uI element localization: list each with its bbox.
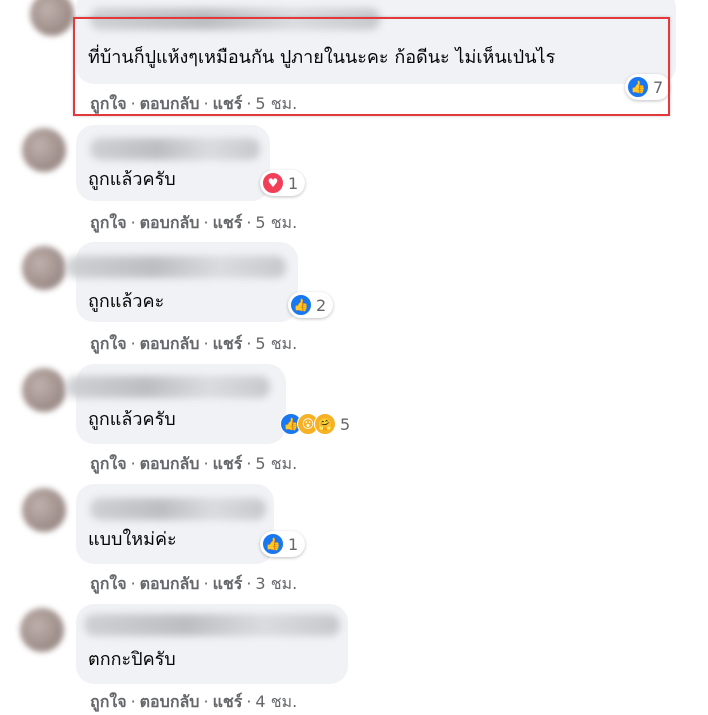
- timestamp[interactable]: 5 ชม.: [255, 454, 297, 473]
- comment-actions: ถูกใจ · ตอบกลับ · แชร์ · 5 ชม.: [90, 452, 297, 477]
- like-icon: 👍: [262, 533, 284, 555]
- like-action[interactable]: ถูกใจ: [90, 213, 127, 232]
- separator-dot: ·: [130, 692, 136, 711]
- timestamp[interactable]: 5 ชม.: [255, 334, 297, 353]
- separator-dot: ·: [203, 213, 209, 232]
- comment-text: ถูกแล้วครับ: [88, 169, 176, 190]
- like-action[interactable]: ถูกใจ: [90, 454, 127, 473]
- comment-actions: ถูกใจ · ตอบกลับ · แชร์ · 4 ชม.: [90, 690, 297, 715]
- reaction-count: 1: [288, 173, 299, 193]
- reaction-summary[interactable]: 👍 1: [260, 531, 306, 557]
- like-action[interactable]: ถูกใจ: [90, 692, 127, 711]
- avatar[interactable]: [30, 0, 74, 36]
- reply-action[interactable]: ตอบกลับ: [140, 454, 200, 473]
- comment-bubble: [76, 484, 274, 564]
- highlight-box: [73, 17, 670, 116]
- commenter-name[interactable]: [66, 256, 286, 278]
- separator-dot: ·: [246, 574, 252, 593]
- reaction-count: 1: [288, 534, 299, 554]
- comment-text: ตกกะปิครับ: [88, 649, 176, 670]
- commenter-name[interactable]: [84, 614, 340, 636]
- like-action[interactable]: ถูกใจ: [90, 574, 127, 593]
- share-action[interactable]: แชร์: [213, 692, 243, 711]
- care-icon: 🤗: [314, 413, 336, 435]
- comment-actions: ถูกใจ · ตอบกลับ · แชร์ · 3 ชม.: [90, 572, 297, 597]
- timestamp[interactable]: 5 ชม.: [255, 213, 297, 232]
- reaction-summary[interactable]: 👍 😮 🤗 5: [278, 411, 357, 437]
- separator-dot: ·: [203, 334, 209, 353]
- reply-action[interactable]: ตอบกลับ: [140, 334, 200, 353]
- reply-action[interactable]: ตอบกลับ: [140, 574, 200, 593]
- avatar[interactable]: [22, 368, 66, 412]
- commenter-name[interactable]: [66, 376, 270, 398]
- separator-dot: ·: [246, 692, 252, 711]
- avatar[interactable]: [22, 488, 66, 532]
- separator-dot: ·: [246, 334, 252, 353]
- timestamp[interactable]: 4 ชม.: [255, 692, 297, 711]
- separator-dot: ·: [203, 454, 209, 473]
- separator-dot: ·: [246, 454, 252, 473]
- share-action[interactable]: แชร์: [213, 574, 243, 593]
- share-action[interactable]: แชร์: [213, 334, 243, 353]
- reaction-count: 5: [340, 414, 351, 434]
- avatar[interactable]: [20, 608, 64, 652]
- commenter-name[interactable]: [90, 498, 266, 520]
- reaction-count: 2: [316, 295, 327, 315]
- separator-dot: ·: [203, 574, 209, 593]
- reaction-summary[interactable]: 👍 2: [288, 292, 334, 318]
- like-action[interactable]: ถูกใจ: [90, 334, 127, 353]
- separator-dot: ·: [130, 334, 136, 353]
- separator-dot: ·: [130, 213, 136, 232]
- avatar[interactable]: [22, 246, 66, 290]
- reply-action[interactable]: ตอบกลับ: [140, 692, 200, 711]
- like-icon: 👍: [290, 294, 312, 316]
- separator-dot: ·: [130, 454, 136, 473]
- comment-actions: ถูกใจ · ตอบกลับ · แชร์ · 5 ชม.: [90, 332, 297, 357]
- share-action[interactable]: แชร์: [213, 454, 243, 473]
- comment-actions: ถูกใจ · ตอบกลับ · แชร์ · 5 ชม.: [90, 211, 297, 236]
- share-action[interactable]: แชร์: [213, 213, 243, 232]
- separator-dot: ·: [246, 213, 252, 232]
- comment-text: ถูกแล้วคะ: [88, 291, 165, 312]
- reaction-summary[interactable]: ♥ 1: [260, 170, 306, 196]
- comment-text: แบบใหม่ค่ะ: [88, 529, 177, 550]
- love-icon: ♥: [262, 172, 284, 194]
- comment-text: ถูกแล้วครับ: [88, 409, 176, 430]
- commenter-name[interactable]: [90, 138, 260, 160]
- separator-dot: ·: [130, 574, 136, 593]
- reply-action[interactable]: ตอบกลับ: [140, 213, 200, 232]
- timestamp[interactable]: 3 ชม.: [255, 574, 297, 593]
- separator-dot: ·: [203, 692, 209, 711]
- avatar[interactable]: [22, 128, 66, 172]
